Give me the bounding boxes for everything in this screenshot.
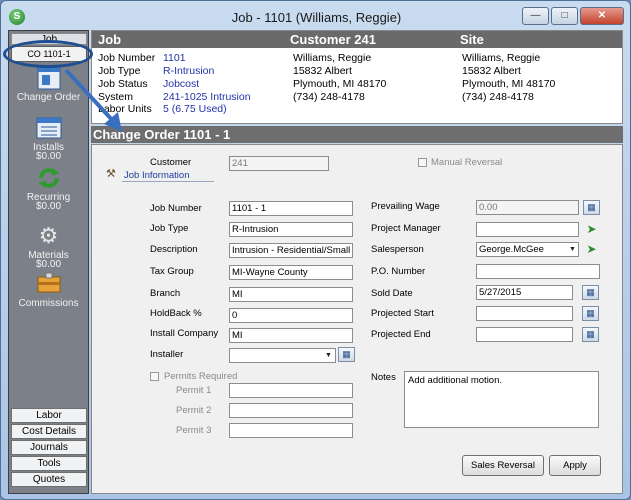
po-number-field[interactable]	[476, 264, 600, 279]
manual-reversal-label: Manual Reversal	[431, 157, 503, 168]
section-divider	[122, 181, 214, 182]
branch-label: Branch	[150, 288, 181, 299]
permits-required-label: Permits Required	[164, 371, 238, 382]
calendar-icon[interactable]: ▦	[582, 306, 599, 321]
projected-start-field[interactable]	[476, 306, 573, 321]
tax-group-field[interactable]: MI-Wayne County	[229, 265, 353, 280]
prevailing-wage-field[interactable]: 0.00	[476, 200, 579, 215]
chevron-down-icon[interactable]: ▼	[323, 349, 334, 362]
holdback-field[interactable]: 0	[229, 308, 353, 323]
tax-group-label: Tax Group	[150, 266, 194, 277]
sales-reversal-button[interactable]: Sales Reversal	[462, 455, 544, 476]
projected-start-label: Projected Start	[371, 308, 434, 319]
manual-reversal-checkbox[interactable]	[418, 158, 427, 167]
projected-end-label: Projected End	[371, 329, 431, 340]
hammer-icon: ⚒	[106, 168, 116, 180]
notes-label: Notes	[371, 372, 396, 383]
permit-2-label: Permit 2	[176, 405, 212, 416]
install-company-field[interactable]: MI	[229, 328, 353, 343]
sold-date-field[interactable]: 5/27/2015	[476, 285, 573, 300]
job-type-field[interactable]: R-Intrusion	[229, 222, 353, 237]
salesperson-select[interactable]: George.McGee	[476, 242, 579, 257]
change-order-form: Customer 241 Manual Reversal ⚒ Job Infor…	[91, 144, 623, 494]
prevailing-wage-button[interactable]: ▦	[583, 200, 600, 215]
project-manager-field[interactable]	[476, 222, 579, 237]
calendar-icon[interactable]: ▦	[582, 327, 599, 342]
calendar-icon[interactable]: ▦	[582, 285, 599, 300]
permit-2-field[interactable]	[229, 403, 353, 418]
prevailing-wage-label: Prevailing Wage	[371, 201, 440, 212]
salesperson-go-icon[interactable]: ➤	[583, 242, 600, 257]
job-number-field[interactable]: 1101 - 1	[229, 201, 353, 216]
sold-date-label: Sold Date	[371, 288, 413, 299]
description-label: Description	[150, 244, 198, 255]
customer-label: Customer	[150, 157, 192, 168]
installer-label: Installer	[150, 349, 184, 360]
description-field[interactable]: Intrusion - Residential/Small Co	[229, 243, 353, 258]
po-number-label: P.O. Number	[371, 266, 426, 277]
notes-textarea[interactable]: Add additional motion.	[404, 371, 599, 428]
holdback-label: HoldBack %	[150, 308, 202, 319]
projected-end-field[interactable]	[476, 327, 573, 342]
apply-button[interactable]: Apply	[549, 455, 601, 476]
project-manager-label: Project Manager	[371, 223, 441, 234]
job-type-label: Job Type	[150, 223, 189, 234]
branch-field[interactable]: MI	[229, 287, 353, 302]
installer-lookup-icon[interactable]: ▦	[338, 347, 355, 362]
salesperson-label: Salesperson	[371, 244, 424, 255]
installer-select[interactable]	[229, 348, 336, 363]
install-company-label: Install Company	[150, 328, 219, 339]
permit-3-field[interactable]	[229, 423, 353, 438]
permit-3-label: Permit 3	[176, 425, 212, 436]
chevron-down-icon[interactable]: ▼	[567, 243, 578, 256]
project-manager-go-icon[interactable]: ➤	[583, 222, 600, 237]
permit-1-field[interactable]	[229, 383, 353, 398]
job-number-label: Job Number	[150, 203, 202, 214]
permits-required-checkbox[interactable]	[150, 372, 159, 381]
job-information-link[interactable]: Job Information	[124, 170, 189, 181]
customer-field[interactable]: 241	[229, 156, 329, 171]
permit-1-label: Permit 1	[176, 385, 212, 396]
